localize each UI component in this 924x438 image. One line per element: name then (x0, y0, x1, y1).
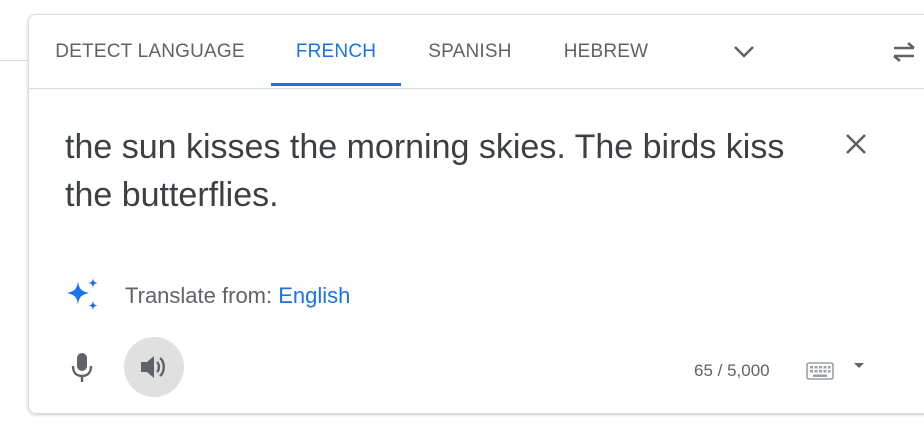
keyboard-icon[interactable] (805, 361, 835, 381)
tab-french[interactable]: FRENCH (271, 15, 401, 88)
close-icon[interactable] (841, 129, 871, 159)
caret-down-icon[interactable] (851, 359, 867, 371)
background-divider (0, 60, 30, 61)
tab-spanish[interactable]: SPANISH (401, 15, 539, 88)
translate-from-label: Translate from: (125, 283, 279, 308)
microphone-icon[interactable] (65, 349, 99, 387)
sparkle-icon (63, 277, 103, 313)
translate-from-suggestion: Translate from: English (125, 283, 350, 309)
swap-languages-icon[interactable] (887, 37, 921, 67)
tab-divider (29, 88, 924, 89)
character-counter: 65 / 5,000 (694, 361, 770, 380)
chevron-down-icon[interactable] (729, 37, 759, 67)
source-language-panel: DETECT LANGUAGE FRENCH SPANISH HEBREW th… (28, 14, 924, 414)
source-text-area[interactable]: the sun kisses the morning skies. The bi… (65, 123, 785, 219)
speaker-icon (139, 353, 169, 381)
tab-hebrew[interactable]: HEBREW (539, 15, 673, 88)
tab-detect-language[interactable]: DETECT LANGUAGE (29, 15, 271, 88)
listen-button[interactable] (124, 337, 184, 397)
translate-from-language-link[interactable]: English (278, 283, 350, 308)
